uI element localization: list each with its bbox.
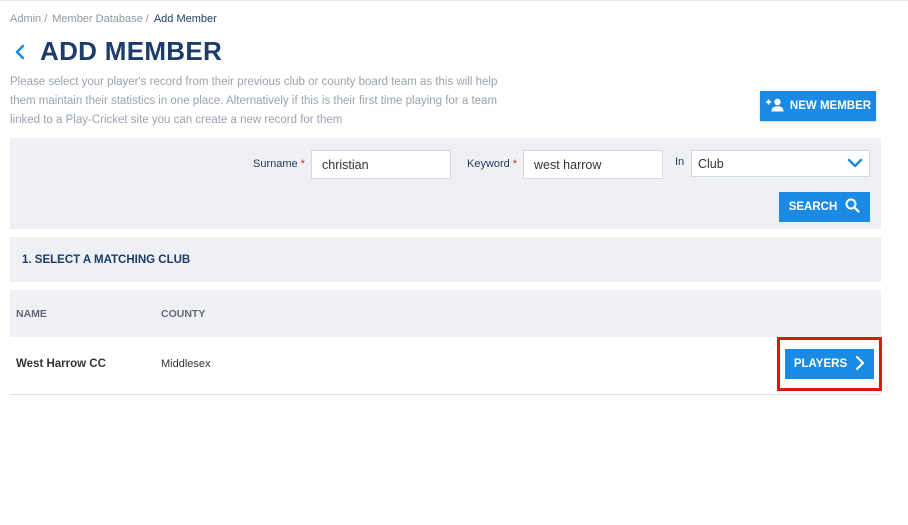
breadcrumb-add-member: Add Member: [153, 13, 217, 25]
surname-input[interactable]: [311, 150, 451, 179]
club-name: West Harrow CC: [16, 358, 106, 370]
breadcrumb-separator: /: [44, 13, 48, 25]
breadcrumb-separator: /: [145, 13, 149, 25]
intro-text: Please select your player's record from …: [10, 76, 498, 126]
table-row: West Harrow CC Middlesex PLAYERS: [10, 337, 882, 395]
breadcrumb-admin[interactable]: Admin: [10, 13, 41, 25]
chevron-right-icon: [855, 355, 865, 374]
new-member-label: NEW MEMBER: [789, 100, 872, 112]
page-title: ADD MEMBER: [40, 36, 223, 66]
breadcrumb-member-database[interactable]: Member Database: [52, 13, 143, 25]
search-scope-select[interactable]: Club: [691, 150, 870, 177]
title-row: ADD MEMBER: [14, 36, 222, 67]
club-county: Middlesex: [161, 358, 211, 370]
keyword-label: Keyword *: [467, 158, 518, 170]
surname-label: Surname *: [253, 158, 305, 170]
search-icon: [845, 198, 860, 216]
new-member-button[interactable]: NEW MEMBER: [760, 91, 876, 121]
keyword-input[interactable]: [523, 150, 663, 179]
players-button[interactable]: PLAYERS: [785, 349, 874, 379]
search-button[interactable]: SEARCH: [779, 192, 870, 222]
table-header: NAME COUNTY: [10, 290, 881, 337]
add-person-icon: [765, 98, 785, 115]
column-header-name: NAME: [16, 308, 47, 320]
breadcrumb: Admin / Member Database / Add Member: [10, 13, 217, 25]
search-scope-value: Club: [698, 156, 724, 171]
column-header-county: COUNTY: [161, 308, 206, 320]
search-panel: Surname* Keyword* In Club SEARCH: [10, 138, 881, 229]
search-label: SEARCH: [788, 201, 838, 213]
section-header: 1. SELECT A MATCHING CLUB: [10, 237, 881, 282]
top-divider: [0, 0, 908, 1]
chevron-down-icon: [847, 157, 863, 171]
players-label: PLAYERS: [793, 358, 848, 370]
chevron-left-icon[interactable]: [14, 37, 32, 67]
in-label: In: [675, 156, 685, 168]
